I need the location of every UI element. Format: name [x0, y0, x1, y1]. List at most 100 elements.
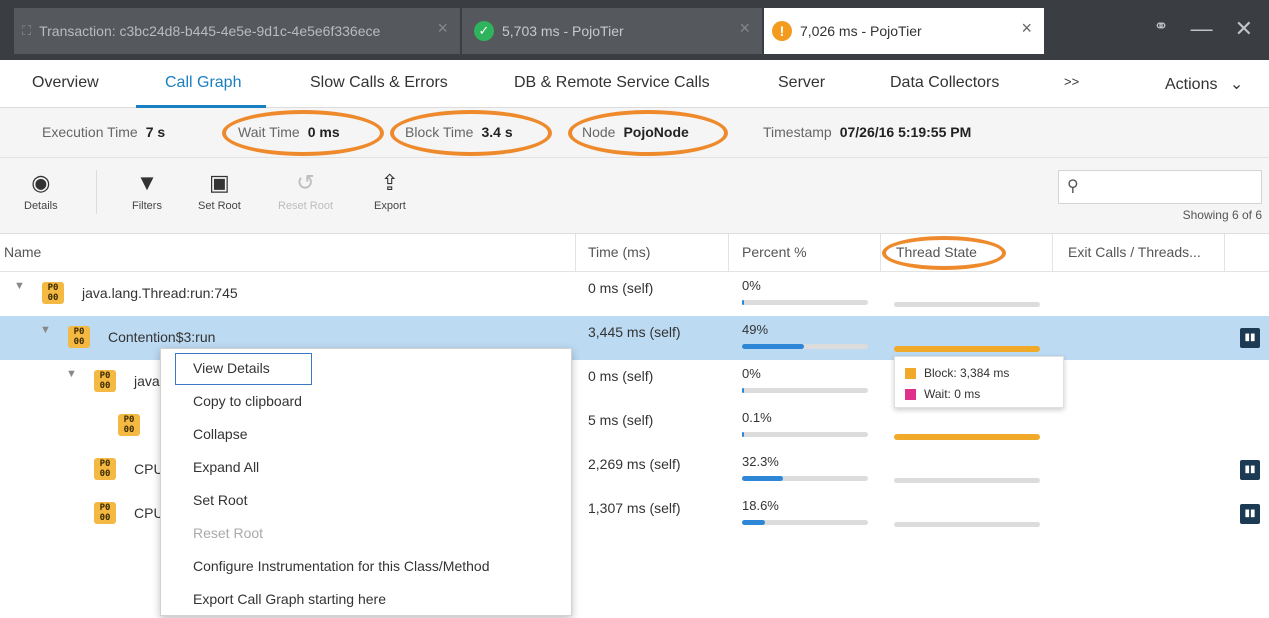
table-row[interactable]: ▼ P0 00 java.lang.Thread:run:745 0 ms (se… — [0, 272, 1269, 316]
menu-item-export-call-graph[interactable]: Export Call Graph starting here — [193, 591, 386, 607]
details-button[interactable]: ◉ Details — [24, 170, 58, 212]
column-divider — [1224, 234, 1225, 272]
window-titlebar: ⛶ Transaction: c3bc24d8-b445-4e5e-9d1c-4… — [0, 0, 1269, 60]
tab-transaction[interactable]: ⛶ Transaction: c3bc24d8-b445-4e5e-9d1c-4… — [14, 8, 460, 54]
row-percent: 0.1% — [742, 410, 772, 425]
exit-calls-icon[interactable]: ▮▮ — [1240, 460, 1260, 480]
nav-call-graph[interactable]: Call Graph — [165, 74, 241, 92]
tab-transaction-close-icon[interactable]: × — [437, 18, 448, 39]
exit-calls-icon[interactable]: ▮▮ — [1240, 328, 1260, 348]
menu-item-collapse[interactable]: Collapse — [193, 426, 247, 442]
row-name: java — [134, 373, 160, 389]
row-percent: 18.6% — [742, 498, 779, 513]
tooltip-block-text: Block: 3,384 ms — [924, 366, 1010, 380]
menu-item-copy-to-clipboard[interactable]: Copy to clipboard — [193, 393, 302, 409]
tooltip-block-row: Block: 3,384 ms — [905, 366, 1009, 380]
thread-state-bar-block — [894, 346, 1040, 352]
row-percent: 32.3% — [742, 454, 779, 469]
window-controls: ⚭ — ✕ — [1153, 16, 1253, 42]
nav-server[interactable]: Server — [778, 74, 825, 92]
highlight-ring-wait-time — [222, 110, 384, 156]
set-root-label: Set Root — [198, 200, 241, 212]
nav-slow-calls-errors[interactable]: Slow Calls & Errors — [310, 74, 448, 92]
percent-bar-fill — [742, 432, 744, 437]
row-name: Contention$3:run — [108, 329, 216, 345]
thread-state-bar — [894, 522, 1040, 527]
percent-bar — [742, 388, 868, 393]
table-header: Name Time (ms) Percent % Thread State Ex… — [0, 234, 1269, 272]
highlight-ring-thread-state — [882, 236, 1006, 270]
filters-button[interactable]: ▼ Filters — [132, 170, 162, 212]
caret-down-icon[interactable]: ▼ — [66, 368, 77, 380]
reset-root-button[interactable]: ↺ Reset Root — [278, 170, 333, 212]
column-divider — [1052, 234, 1053, 272]
percent-bar — [742, 432, 868, 437]
tab-pojotier-7026-close-icon[interactable]: × — [1021, 18, 1032, 39]
row-time: 2,269 ms (self) — [588, 456, 681, 472]
timestamp-value: 07/26/16 5:19:55 PM — [839, 124, 972, 140]
caret-down-icon[interactable]: ▼ — [40, 324, 51, 336]
execution-time-value: 7 s — [145, 124, 166, 140]
filter-icon: ▼ — [136, 170, 158, 195]
row-time: 0 ms (self) — [588, 368, 654, 384]
exit-calls-icon[interactable]: ▮▮ — [1240, 504, 1260, 524]
class-node-icon: P0 00 — [68, 326, 90, 348]
nav-data-collectors[interactable]: Data Collectors — [890, 74, 999, 92]
percent-bar-fill — [742, 300, 744, 305]
menu-item-configure-instrumentation[interactable]: Configure Instrumentation for this Class… — [193, 558, 489, 574]
nav-bar: Overview Call Graph Slow Calls & Errors … — [0, 60, 1269, 108]
class-node-icon: P0 00 — [94, 502, 116, 524]
column-exit-calls[interactable]: Exit Calls / Threads... — [1068, 244, 1201, 260]
nav-actions[interactable]: Actions ⌄ — [1165, 74, 1243, 94]
execution-time: Execution Time 7 s — [42, 124, 165, 140]
menu-item-set-root[interactable]: Set Root — [193, 492, 247, 508]
menu-item-reset-root[interactable]: Reset Root — [193, 525, 263, 541]
tab-pojotier-5703-close-icon[interactable]: × — [739, 18, 750, 39]
percent-bar-fill — [742, 388, 744, 393]
column-percent[interactable]: Percent % — [742, 244, 807, 260]
thread-state-bar — [894, 478, 1040, 483]
row-percent: 49% — [742, 322, 769, 337]
set-root-button[interactable]: ▣ Set Root — [198, 170, 241, 212]
nav-db-remote-service-calls[interactable]: DB & Remote Service Calls — [514, 74, 710, 92]
link-icon[interactable]: ⚭ — [1153, 16, 1168, 42]
tooltip-wait-text: Wait: 0 ms — [924, 387, 981, 401]
menu-item-view-details[interactable]: View Details — [193, 360, 270, 376]
highlight-ring-node — [568, 110, 728, 156]
search-input[interactable]: ⚲ — [1058, 170, 1262, 204]
row-percent: 0% — [742, 366, 761, 381]
wait-swatch — [905, 388, 916, 400]
tab-transaction-label: Transaction: c3bc24d8-b445-4e5e-9d1c-4e5… — [39, 23, 381, 39]
row-percent: 0% — [742, 278, 761, 293]
details-label: Details — [24, 200, 58, 212]
nav-actions-label: Actions — [1165, 76, 1218, 93]
caret-down-icon[interactable]: ▼ — [14, 280, 25, 292]
row-time: 1,307 ms (self) — [588, 500, 681, 516]
class-node-icon: P0 00 — [42, 282, 64, 304]
column-time[interactable]: Time (ms) — [588, 244, 650, 260]
tooltip-wait-row: Wait: 0 ms — [905, 387, 980, 401]
percent-bar — [742, 300, 868, 305]
minimize-icon[interactable]: — — [1191, 16, 1213, 42]
execution-time-label: Execution Time — [42, 124, 138, 140]
column-name[interactable]: Name — [4, 244, 41, 260]
percent-bar-fill — [742, 520, 766, 525]
export-icon: ⇪ — [380, 170, 400, 195]
nav-overview[interactable]: Overview — [32, 74, 99, 92]
showing-count: Showing 6 of 6 — [1182, 208, 1262, 222]
highlight-ring-block-time — [390, 110, 552, 156]
eye-icon: ◉ — [31, 170, 51, 195]
clipboard-check-icon: ▣ — [209, 170, 230, 195]
nav-more[interactable]: >> — [1064, 74, 1079, 89]
toolbar-divider — [96, 170, 97, 214]
filters-label: Filters — [132, 200, 162, 212]
close-window-icon[interactable]: ✕ — [1235, 16, 1253, 42]
tab-pojotier-7026[interactable]: ! 7,026 ms - PojoTier × — [764, 8, 1044, 54]
class-node-icon: P0 00 — [94, 370, 116, 392]
menu-item-expand-all[interactable]: Expand All — [193, 459, 259, 475]
percent-bar — [742, 476, 868, 481]
tab-pojotier-5703[interactable]: ✓ 5,703 ms - PojoTier × — [462, 8, 762, 54]
column-divider — [728, 234, 729, 272]
export-button[interactable]: ⇪ Export — [374, 170, 406, 212]
class-node-icon: P0 00 — [118, 414, 140, 436]
